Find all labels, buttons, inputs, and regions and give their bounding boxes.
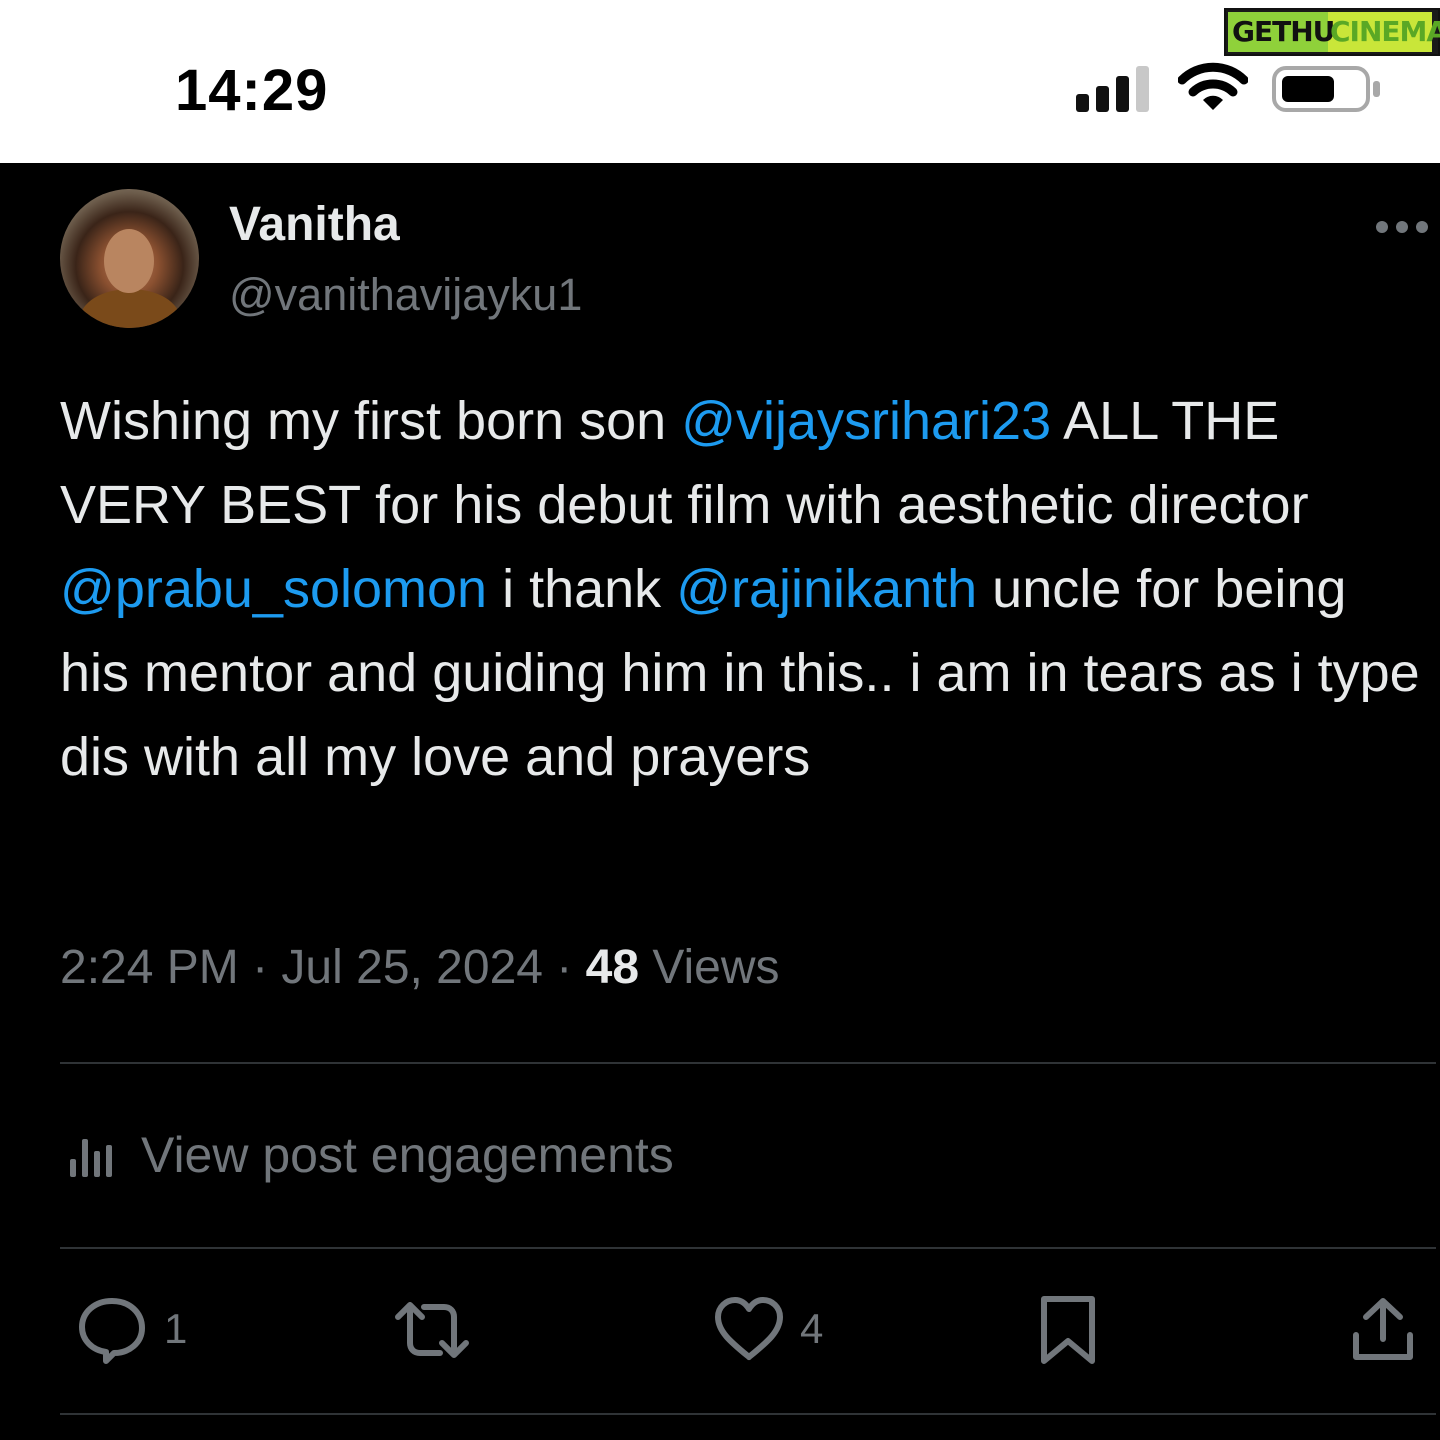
- tweet-time[interactable]: 2:24 PM: [60, 941, 239, 994]
- watermark-text-part1: GETHU: [1232, 15, 1335, 48]
- tweet-text: Wishing my first born son @vijaysrihari2…: [60, 379, 1430, 799]
- heart-icon: [715, 1297, 783, 1360]
- more-options-icon[interactable]: [1376, 221, 1432, 235]
- meta-separator: ·: [542, 941, 586, 994]
- tweet-detail: Vanitha @vanithavijayku1 Wishing my firs…: [0, 163, 1440, 1440]
- tweet-text-segment: i thank: [487, 559, 677, 619]
- retweet-button[interactable]: [390, 1295, 480, 1365]
- views-count: 48: [585, 941, 640, 994]
- cellular-signal-icon: [1076, 66, 1156, 112]
- author-handle[interactable]: @vanithavijayku1: [229, 267, 582, 323]
- tweet-date[interactable]: Jul 25, 2024: [281, 941, 543, 994]
- watermark-logo: GETHU CINEMA: [1224, 8, 1440, 56]
- share-icon: [1353, 1298, 1413, 1360]
- bookmark-icon: [1041, 1296, 1095, 1364]
- author-name[interactable]: Vanitha: [229, 197, 400, 253]
- reply-button[interactable]: 1: [76, 1295, 196, 1365]
- mention-link[interactable]: @rajinikanth: [676, 559, 977, 619]
- divider: [60, 1247, 1436, 1249]
- reply-icon: [79, 1298, 145, 1364]
- view-engagements-label: View post engagements: [141, 1127, 674, 1183]
- retweet-icon: [395, 1302, 469, 1358]
- meta-separator: ·: [238, 941, 282, 994]
- tweet-text-segment: Wishing my first born son: [60, 391, 682, 451]
- divider: [60, 1062, 1436, 1064]
- analytics-icon: [68, 1137, 118, 1177]
- tweet-meta: 2:24 PM · Jul 25, 2024 · 48 Views: [60, 938, 780, 998]
- like-count: 4: [800, 1305, 824, 1352]
- wifi-icon: [1178, 62, 1248, 110]
- mention-link[interactable]: @prabu_solomon: [60, 559, 487, 619]
- views-label: Views: [639, 941, 780, 994]
- watermark-text-part2: CINEMA: [1330, 15, 1440, 48]
- mention-link[interactable]: @vijaysrihari23: [681, 391, 1051, 451]
- avatar[interactable]: [60, 189, 199, 328]
- status-time: 14:29: [175, 58, 329, 123]
- reply-count: 1: [164, 1305, 188, 1352]
- bookmark-button[interactable]: [1036, 1295, 1100, 1365]
- like-button[interactable]: 4: [712, 1295, 842, 1365]
- battery-icon: [1272, 66, 1380, 112]
- share-button[interactable]: [1350, 1295, 1416, 1365]
- divider: [60, 1413, 1436, 1415]
